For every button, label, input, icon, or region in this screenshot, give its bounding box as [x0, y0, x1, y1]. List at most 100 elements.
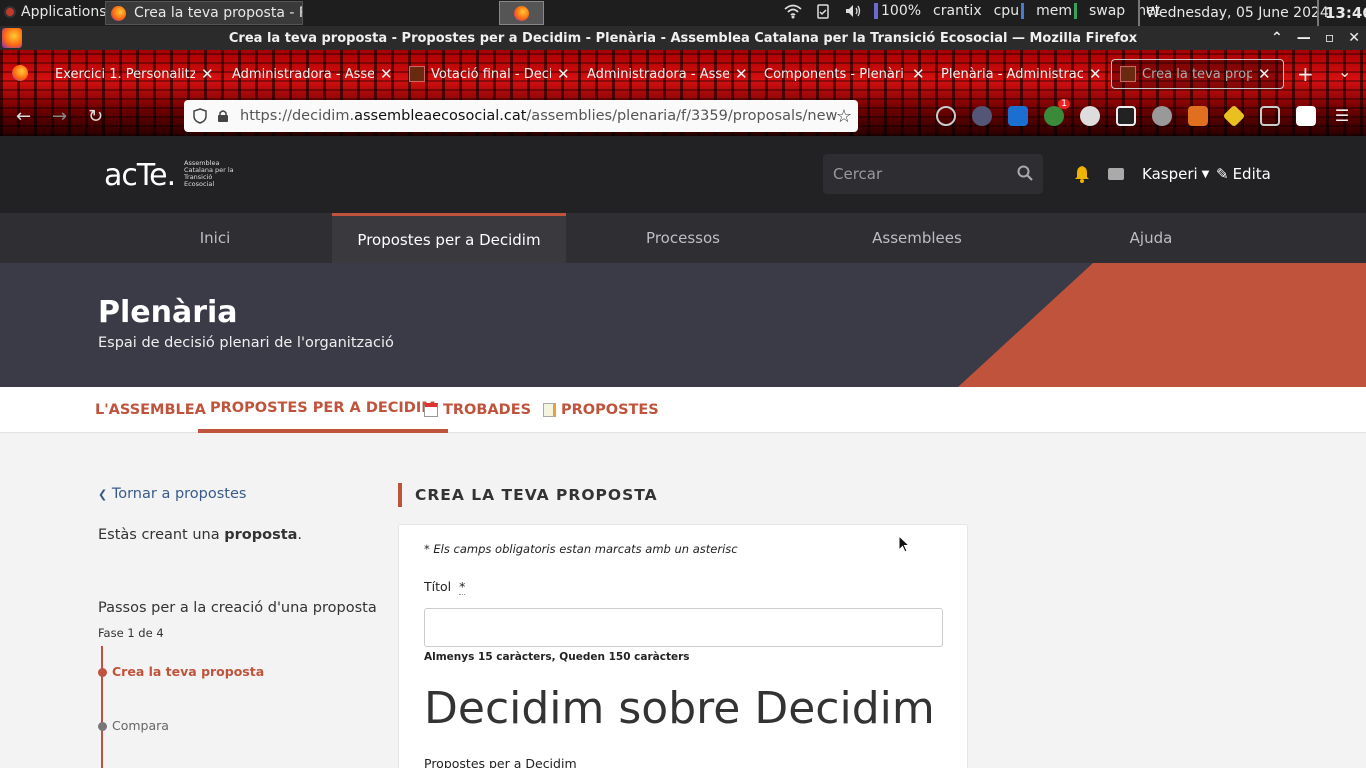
firefox-view-icon[interactable] — [12, 65, 28, 81]
site-logo[interactable]: acTe. — [104, 158, 176, 193]
window-up-icon[interactable]: ⌃ — [1271, 30, 1283, 46]
step-bullet — [98, 722, 107, 731]
pocket-icon[interactable] — [936, 106, 956, 126]
close-tab-icon[interactable]: ✕ — [557, 65, 570, 83]
hostname-label: crantix — [933, 3, 982, 19]
edit-button[interactable]: ✎ Edita — [1216, 165, 1271, 183]
notifications-bell-icon[interactable] — [1074, 165, 1090, 183]
new-tab-button[interactable]: + — [1297, 62, 1314, 86]
close-tab-icon[interactable]: ✕ — [1089, 65, 1102, 83]
nav-item-ajuda[interactable]: Ajuda — [1034, 213, 1268, 263]
clock[interactable]: 13:46 — [1317, 0, 1366, 26]
title-label: Títol * — [424, 579, 466, 595]
list-all-tabs-icon[interactable]: ⌄ — [1338, 62, 1351, 81]
privacy-extension-icon[interactable]: 1 — [1044, 99, 1070, 126]
extension-icon[interactable] — [972, 106, 992, 126]
maximize-button[interactable]: ▫ — [1325, 30, 1335, 46]
close-tab-icon[interactable]: ✕ — [1258, 65, 1271, 83]
browser-tab[interactable]: Votació final - Deci ✕ — [409, 59, 570, 89]
window-title: Crea la teva proposta - Propostes per a … — [228, 30, 1138, 46]
tracking-shield-icon[interactable] — [192, 108, 208, 124]
extensions-puzzle-icon[interactable] — [1260, 106, 1280, 126]
chevron-left-icon: ❮ — [98, 488, 108, 501]
subnav-item-propostes[interactable]: PROPOSTES — [543, 387, 659, 433]
window-titlebar[interactable]: Crea la teva proposta - Propostes per a … — [0, 26, 1366, 50]
close-tab-icon[interactable]: ✕ — [380, 65, 393, 83]
messages-envelope-icon[interactable] — [1108, 168, 1124, 180]
tab-label: Administradora - Asse — [232, 66, 374, 82]
step-label: Compara — [112, 718, 169, 733]
extension-icon[interactable] — [1188, 106, 1208, 126]
step-label: Crea la teva proposta — [112, 664, 265, 679]
subnav-label: TROBADES — [443, 402, 532, 418]
url-host: assembleaecosocial.cat — [354, 108, 527, 124]
step-pending: Compara — [98, 718, 169, 733]
wifi-icon[interactable] — [784, 3, 802, 19]
browser-tab-active[interactable]: Crea la teva propo ✕ — [1111, 59, 1284, 89]
steps-timeline — [101, 646, 103, 768]
skype-extension-icon[interactable] — [1008, 106, 1028, 126]
minimize-button[interactable]: — — [1297, 30, 1311, 46]
browser-tab[interactable]: Administradora - Asse ✕ — [232, 59, 393, 89]
nav-item-assemblees[interactable]: Assemblees — [800, 213, 1034, 263]
bookmark-star-icon[interactable]: ☆ — [836, 106, 852, 127]
subnav-item-assemblea[interactable]: L'ASSEMBLEA — [95, 387, 206, 433]
extension-badge: 1 — [1058, 99, 1070, 109]
memo-icon — [543, 403, 556, 417]
extension-icon[interactable] — [1152, 106, 1172, 126]
back-to-proposals-link[interactable]: ❮ Tornar a propostes — [98, 486, 246, 502]
required-fields-note: * Els camps obligatoris estan marcats am… — [424, 542, 738, 556]
subnav-item-trobades[interactable]: TROBADES — [424, 387, 531, 433]
search-icon[interactable] — [1017, 165, 1033, 181]
system-tray: 100% crantix cpu mem swap net — [784, 3, 1160, 19]
ublock-icon[interactable] — [1116, 106, 1136, 126]
subnav-label: PROPOSTES — [561, 402, 659, 418]
browser-tab[interactable]: Components - Plenàri ✕ — [764, 59, 925, 89]
workspace-pager[interactable] — [499, 1, 544, 25]
space-subtitle: Espai de decisió plenari de l'organitzac… — [98, 335, 394, 351]
lock-icon[interactable] — [216, 109, 230, 123]
browser-tab[interactable]: Administradora - Asse ✕ — [587, 59, 748, 89]
nav-item-processos[interactable]: Processos — [566, 213, 800, 263]
user-menu[interactable]: Kasperi ▼ — [1142, 165, 1209, 183]
pencil-icon: ✎ — [1216, 165, 1229, 183]
required-asterisk: * — [459, 579, 466, 595]
firefox-window-icon[interactable] — [2, 28, 22, 48]
tab-label: Components - Plenàri — [764, 66, 904, 82]
close-tab-icon[interactable]: ✕ — [912, 65, 925, 83]
extension-icon[interactable] — [1080, 106, 1100, 126]
taskbar-window-title: Crea la teva proposta - Pro... — [134, 5, 302, 21]
nav-item-inici[interactable]: Inici — [98, 213, 332, 263]
url-path: /assemblies/plenaria/f/3359/proposals/ne… — [526, 108, 838, 124]
browser-tab[interactable]: Exercici 1. Personalitza ✕ — [55, 59, 214, 89]
search-input[interactable]: Cercar — [823, 154, 1043, 194]
taskbar-window-button[interactable]: Crea la teva proposta - Pro... — [105, 1, 303, 25]
title-label-text: Títol — [424, 579, 452, 594]
chevron-down-icon: ▼ — [1201, 168, 1210, 180]
tab-bar: Exercici 1. Personalitza ✕ Administrador… — [0, 50, 1366, 96]
search-extension-icon[interactable] — [1296, 106, 1316, 126]
subnav-item-propostes-decidim[interactable]: PROPOSTES PER A DECIDIM — [198, 387, 448, 433]
title-input[interactable] — [424, 608, 943, 647]
applications-icon — [4, 6, 16, 18]
hero-decoration — [958, 263, 1366, 387]
clipboard-icon[interactable] — [814, 3, 832, 19]
calendar-icon — [424, 403, 438, 417]
search-placeholder: Cercar — [833, 165, 883, 183]
hamburger-menu-icon[interactable]: ☰ — [1332, 106, 1352, 126]
close-window-button[interactable]: ✕ — [1348, 30, 1360, 46]
close-tab-icon[interactable]: ✕ — [201, 65, 214, 83]
forward-arrow-icon[interactable]: → — [52, 106, 67, 127]
nav-item-propostes[interactable]: Propostes per a Decidim — [332, 213, 566, 263]
extension-icon[interactable] — [1222, 104, 1246, 128]
date-display[interactable]: Wednesday, 05 June 2024 — [1138, 0, 1329, 26]
volume-icon[interactable] — [844, 3, 862, 19]
close-tab-icon[interactable]: ✕ — [735, 65, 748, 83]
section-title: CREA LA TEVA PROPOSTA — [398, 483, 658, 507]
system-taskbar: Applications ⋮ Crea la teva proposta - P… — [0, 0, 1366, 26]
browser-tab[interactable]: Plenària - Administrac ✕ — [941, 59, 1102, 89]
reload-icon[interactable]: ↻ — [88, 106, 103, 127]
creating-notice: Estàs creant una proposta. — [98, 527, 302, 543]
back-arrow-icon[interactable]: ← — [16, 106, 31, 127]
url-bar[interactable]: https://decidim. assembleaecosocial.cat/a… — [184, 100, 858, 132]
